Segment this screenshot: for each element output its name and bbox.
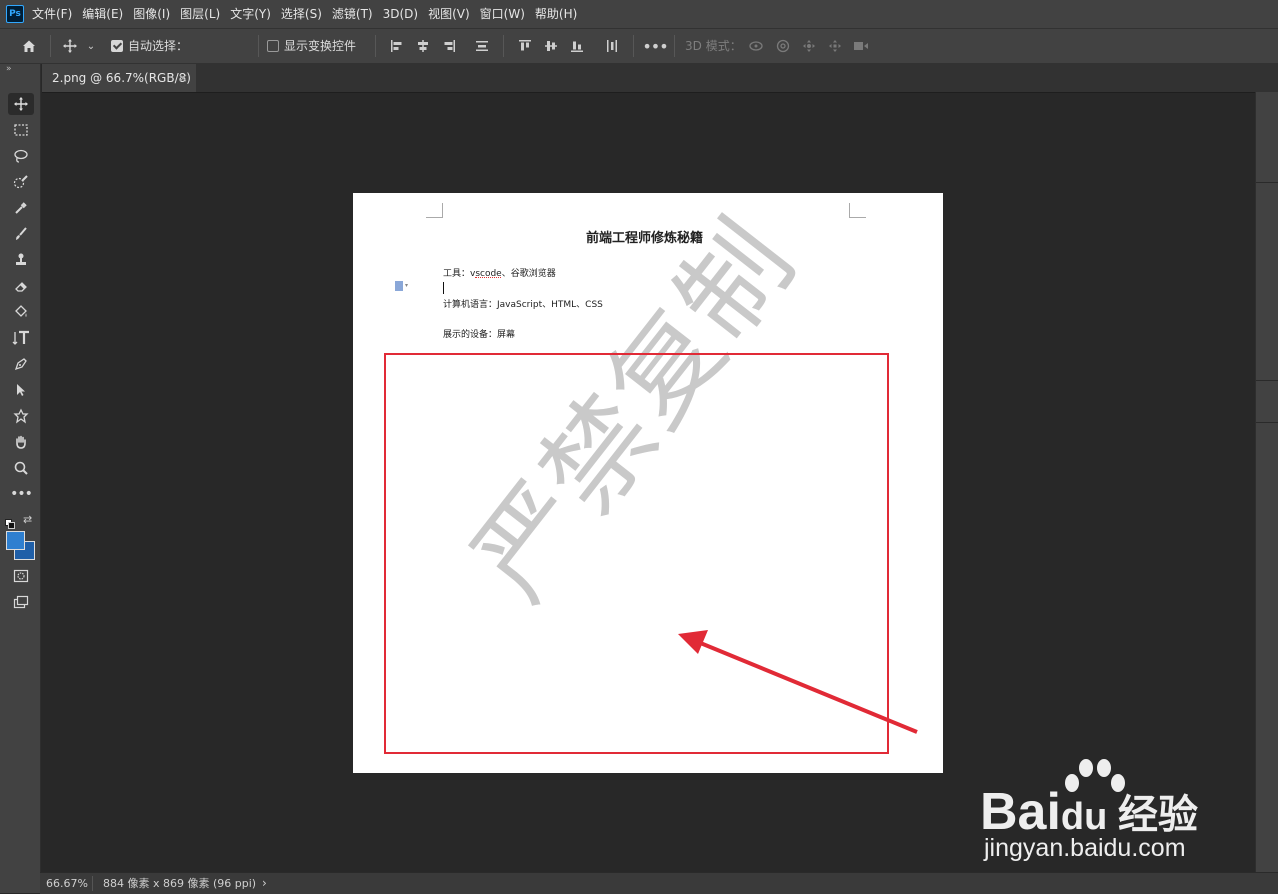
type-tool-icon[interactable] [8, 327, 34, 349]
separator [633, 35, 634, 57]
status-expand-icon[interactable]: › [262, 873, 267, 894]
align-bottom-icon[interactable] [568, 35, 586, 57]
chevron-down-icon[interactable]: ⌄ [84, 35, 98, 57]
text-cursor [443, 282, 444, 294]
menu-file[interactable]: 文件(F) [28, 0, 76, 28]
screen-mode-icon[interactable] [8, 591, 34, 613]
eyedropper-tool-icon[interactable] [8, 197, 34, 219]
tools-panel: » ••• ⇄ [0, 64, 41, 893]
separator [1256, 380, 1278, 381]
menu-filter[interactable]: 滤镜(T) [328, 0, 377, 28]
pen-tool-icon[interactable] [8, 353, 34, 375]
annotation-arrow [678, 630, 918, 734]
distribute-vertical-icon[interactable] [473, 35, 491, 57]
move-tool-icon[interactable] [58, 35, 82, 57]
shape-tool-icon[interactable] [8, 405, 34, 427]
more-options-icon[interactable]: ••• [642, 35, 668, 57]
3d-camera-icon[interactable] [851, 35, 871, 57]
separator [258, 35, 259, 57]
separator [92, 876, 93, 891]
lasso-tool-icon[interactable] [8, 145, 34, 167]
document-tab[interactable]: 2.png @ 66.7%(RGB/8) [42, 64, 196, 92]
eraser-tool-icon[interactable] [8, 275, 34, 297]
options-bar: ⌄ 自动选择： 图层 ⌄ 显示变换控件 ••• 3D 模式： [0, 29, 1278, 84]
baidu-brand-latin: Bai [980, 783, 1061, 841]
separator [1256, 182, 1278, 183]
menu-view[interactable]: 视图(V) [424, 0, 474, 28]
3d-slide-icon[interactable] [825, 35, 845, 57]
auto-select-label: 自动选择： [128, 39, 189, 53]
show-transform-checkbox[interactable] [267, 40, 279, 52]
foreground-color-swatch[interactable] [6, 531, 25, 550]
3d-pan-icon[interactable] [799, 35, 819, 57]
menu-image[interactable]: 图像(I) [129, 0, 174, 28]
separator [50, 35, 51, 57]
separator [674, 35, 675, 57]
path-select-tool-icon[interactable] [8, 379, 34, 401]
document-tab-bar [42, 64, 1278, 93]
separator [375, 35, 376, 57]
align-middle-v-icon[interactable] [542, 35, 560, 57]
paste-options-icon [395, 281, 403, 291]
3d-roll-icon[interactable] [773, 35, 793, 57]
collapse-panel-icon[interactable]: » [6, 64, 12, 74]
menu-window[interactable]: 窗口(W) [476, 0, 529, 28]
menu-list: 文件(F) 编辑(E) 图像(I) 图层(L) 文字(Y) 选择(S) 滤镜(T… [28, 0, 583, 28]
photoshop-logo: Ps [6, 5, 24, 23]
stamp-tool-icon[interactable] [8, 249, 34, 271]
zoom-tool-icon[interactable] [8, 457, 34, 479]
menu-3d[interactable]: 3D(D) [379, 0, 422, 28]
align-center-h-icon[interactable] [414, 35, 432, 57]
baidu-brand-du: du [1060, 796, 1108, 838]
3d-orbit-icon[interactable] [746, 35, 766, 57]
align-left-icon[interactable] [388, 35, 406, 57]
more-tools-icon[interactable]: ••• [8, 483, 34, 505]
show-transform-label: 显示变换控件 [284, 39, 357, 53]
chevron-down-icon: ▾ [405, 282, 409, 289]
baidu-url-text: jingyan.baidu.com [984, 834, 1186, 862]
brush-tool-icon[interactable] [8, 223, 34, 245]
hand-tool-icon[interactable] [8, 431, 34, 453]
separator [1256, 422, 1278, 423]
menu-help[interactable]: 帮助(H) [531, 0, 581, 28]
quick-mask-icon[interactable] [8, 565, 34, 587]
home-icon[interactable] [16, 35, 42, 57]
align-top-icon[interactable] [516, 35, 534, 57]
baidu-jingyan-text: 经验 [1118, 792, 1198, 838]
zoom-level[interactable]: 66.67% [46, 873, 88, 894]
align-right-icon[interactable] [440, 35, 458, 57]
distribute-horizontal-icon[interactable] [603, 35, 621, 57]
menu-layer[interactable]: 图层(L) [176, 0, 224, 28]
menu-type[interactable]: 文字(Y) [226, 0, 275, 28]
auto-select-checkbox[interactable] [111, 40, 123, 52]
baidu-logo-text: Baidu [980, 782, 1107, 842]
move-tool-icon[interactable] [8, 93, 34, 115]
close-icon[interactable]: × [178, 64, 190, 92]
document-line-languages: 计算机语言：JavaScript、HTML、CSS [443, 300, 603, 310]
quick-select-tool-icon[interactable] [8, 171, 34, 193]
separator [503, 35, 504, 57]
document-line-device: 展示的设备：屏幕 [443, 330, 516, 340]
menu-edit[interactable]: 编辑(E) [78, 0, 127, 28]
document-size: 884 像素 x 869 像素 (96 ppi) [103, 877, 257, 890]
menu-select[interactable]: 选择(S) [277, 0, 326, 28]
swap-colors-icon[interactable]: ⇄ [23, 513, 32, 526]
right-panel-strip [1255, 92, 1278, 872]
paint-bucket-tool-icon[interactable] [8, 301, 34, 323]
spellcheck-underline [475, 277, 501, 278]
page-corner-mark [426, 203, 443, 218]
page-corner-mark [849, 203, 866, 218]
marquee-tool-icon[interactable] [8, 119, 34, 141]
status-bar: 66.67% 884 像素 x 869 像素 (96 ppi) › [40, 872, 1278, 894]
3d-mode-label: 3D 模式： [685, 39, 742, 53]
